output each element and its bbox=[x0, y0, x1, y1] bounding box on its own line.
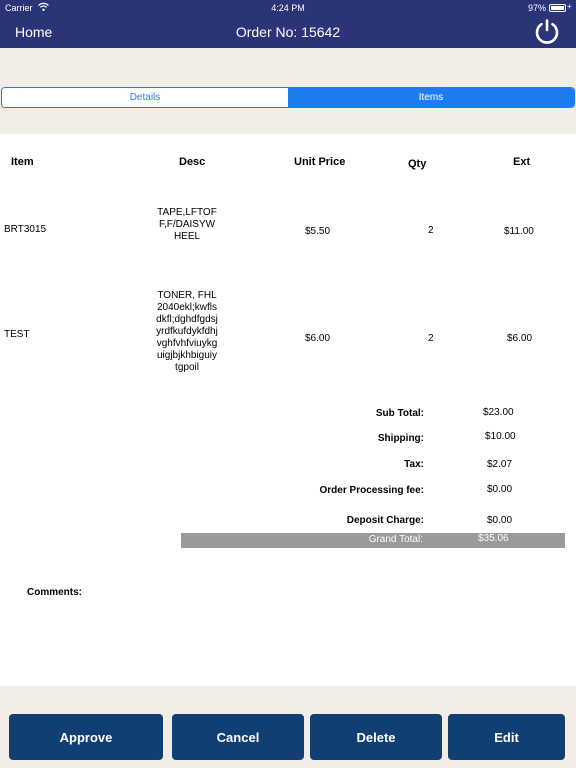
tab-items[interactable]: Items bbox=[288, 88, 574, 107]
deposit-value: $0.00 bbox=[487, 515, 513, 526]
row-ext: $6.00 bbox=[507, 333, 533, 344]
header-qty: Qty bbox=[408, 158, 427, 170]
tab-switcher: Details Items bbox=[1, 87, 575, 108]
edit-button[interactable]: Edit bbox=[448, 714, 565, 760]
row-desc: TAPE,LFTOFF,F/DAISYWHEEL bbox=[157, 207, 217, 242]
comments-label: Comments: bbox=[27, 587, 83, 598]
approve-button[interactable]: Approve bbox=[9, 714, 163, 760]
row-unit-price: $6.00 bbox=[305, 333, 331, 344]
subtotal-label: Sub Total: bbox=[375, 408, 424, 419]
header-unit-price: Unit Price bbox=[294, 156, 346, 168]
row-desc: TONER, FHL2040ekl;kwflsdkfl;dghdfgdsjyrd… bbox=[156, 290, 218, 373]
page-title: Order No: 15642 bbox=[235, 24, 341, 40]
header-ext: Ext bbox=[513, 156, 531, 168]
row-unit-price: $5.50 bbox=[305, 226, 331, 237]
deposit-label: Deposit Charge: bbox=[346, 515, 424, 526]
status-bar: Carrier 4:24 PM 97% + bbox=[0, 0, 576, 16]
header-desc: Desc bbox=[179, 156, 206, 168]
row-item: BRT3015 bbox=[4, 224, 47, 235]
grand-total-value: $35.06 bbox=[478, 533, 509, 544]
grand-total-label: Grand Total: bbox=[368, 534, 423, 545]
row-qty: 2 bbox=[428, 333, 434, 344]
cancel-button[interactable]: Cancel bbox=[172, 714, 304, 760]
tax-label: Tax: bbox=[404, 459, 424, 470]
nav-bar: Home Order No: 15642 bbox=[0, 16, 576, 48]
power-icon[interactable] bbox=[533, 17, 561, 45]
row-item: TEST bbox=[4, 329, 30, 340]
tab-details[interactable]: Details bbox=[2, 88, 288, 107]
row-ext: $11.00 bbox=[504, 226, 534, 237]
charging-icon: + bbox=[567, 2, 572, 11]
status-time: 4:24 PM bbox=[271, 3, 305, 13]
grand-total-bar: Grand Total: $35.06 bbox=[181, 533, 565, 548]
shipping-label: Shipping: bbox=[377, 433, 424, 444]
subtotal-value: $23.00 bbox=[483, 407, 514, 418]
processing-fee-label: Order Processing fee: bbox=[319, 485, 424, 496]
delete-button[interactable]: Delete bbox=[310, 714, 442, 760]
row-qty: 2 bbox=[428, 225, 434, 236]
battery-icon bbox=[549, 4, 566, 12]
header-item: Item bbox=[11, 156, 34, 168]
shipping-value: $10.00 bbox=[485, 431, 516, 442]
tax-value: $2.07 bbox=[487, 459, 513, 470]
battery-percent: 97% bbox=[528, 3, 547, 13]
processing-fee-value: $0.00 bbox=[487, 484, 513, 495]
